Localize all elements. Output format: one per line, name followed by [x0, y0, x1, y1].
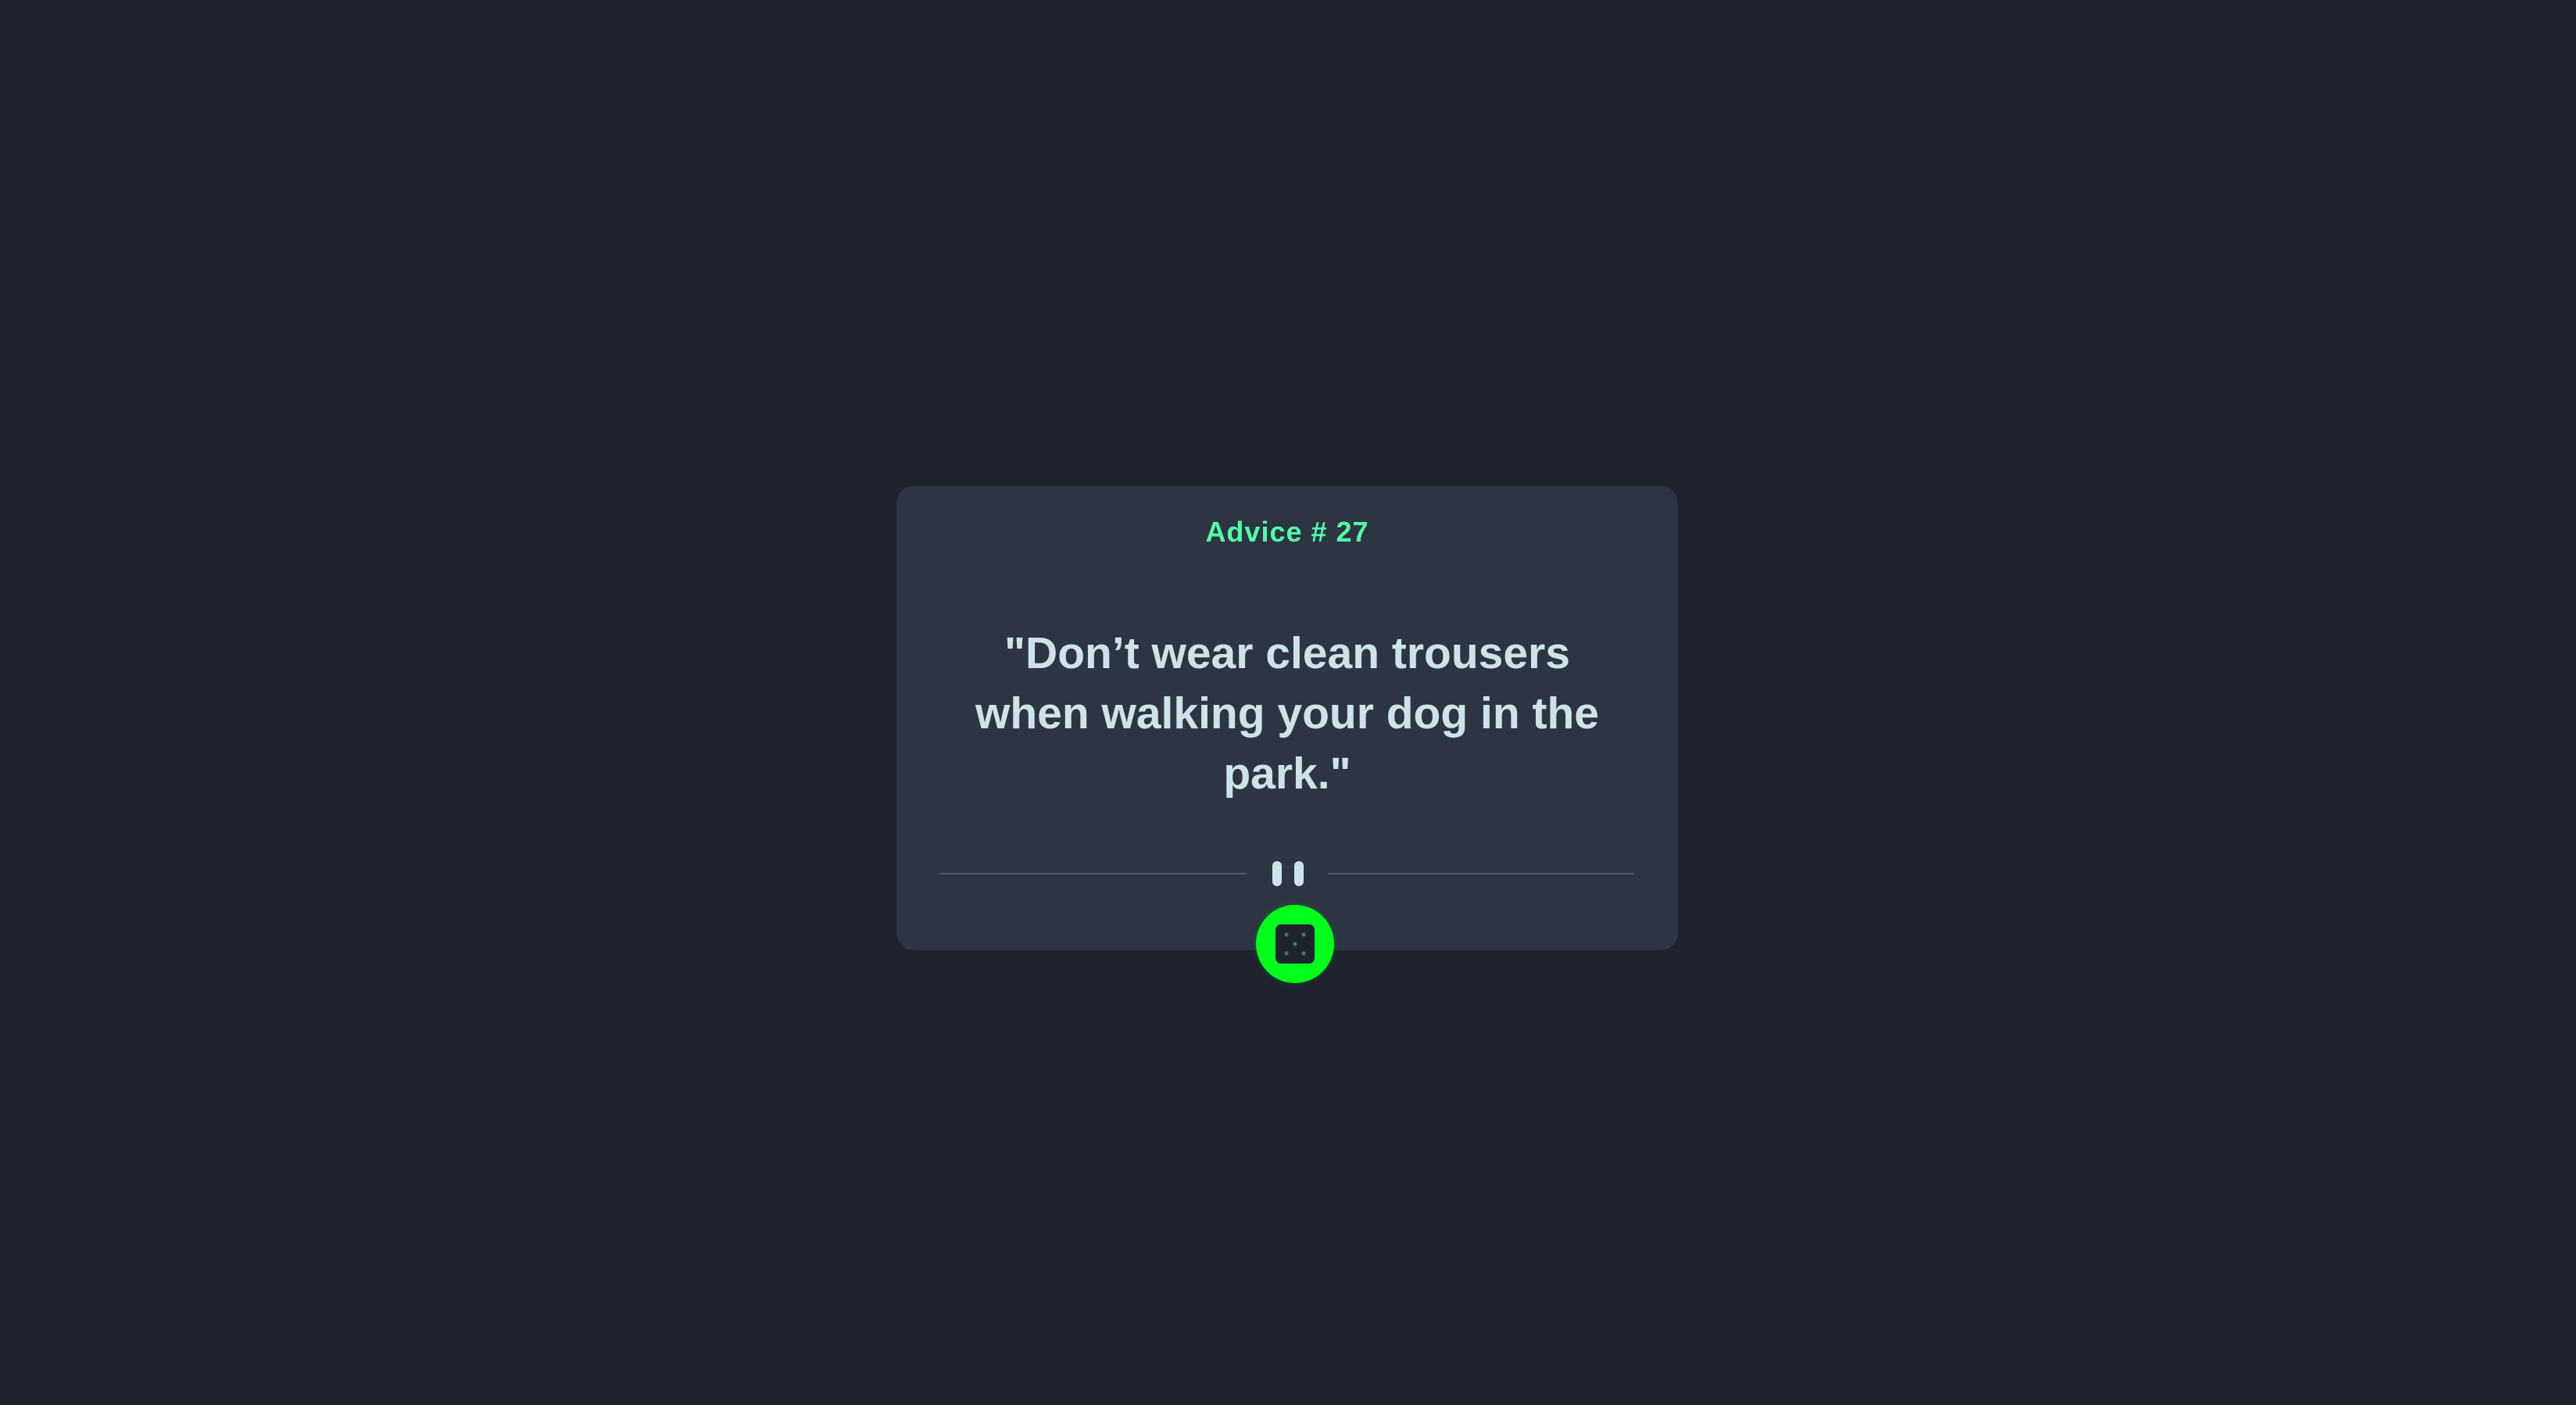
divider	[940, 861, 1634, 886]
divider-line-left	[940, 873, 1247, 874]
advice-card: Advice # 27 "Don’t wear clean trousers w…	[896, 486, 1678, 950]
divider-line-right	[1328, 873, 1634, 874]
page: Advice # 27 "Don’t wear clean trousers w…	[0, 0, 2576, 1405]
generate-advice-button[interactable]	[1256, 905, 1334, 983]
dice-icon	[1275, 924, 1315, 963]
advice-quote: "Don’t wear clean trousers when walking …	[975, 628, 1600, 799]
pause-icon	[1271, 861, 1304, 886]
advice-number: Advice # 27	[1205, 516, 1369, 548]
